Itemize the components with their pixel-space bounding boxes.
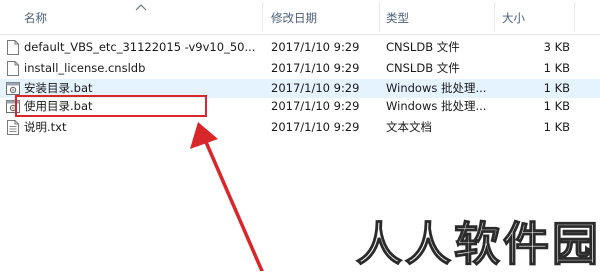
watermark-text: 人人软件园: [355, 216, 600, 271]
